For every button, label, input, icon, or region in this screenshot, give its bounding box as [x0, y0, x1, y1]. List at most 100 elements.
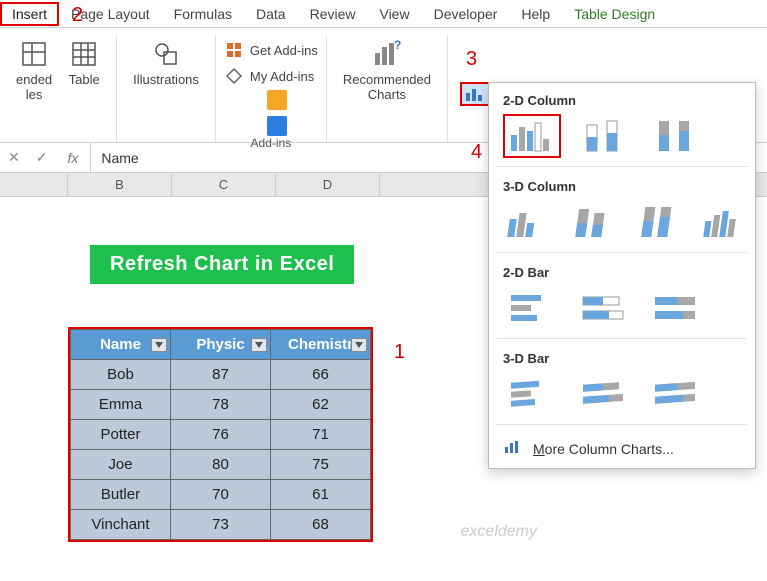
cell-chemistry[interactable]: 68 [271, 510, 371, 540]
cell-physics[interactable]: 70 [171, 480, 271, 510]
fb-cancel[interactable]: ✕ [0, 149, 28, 166]
tab-help[interactable]: Help [509, 2, 562, 26]
group-illustrations: Illustrations [117, 36, 216, 142]
table-row[interactable]: Butler7061 [71, 480, 371, 510]
fx-icon[interactable]: fx [55, 150, 90, 166]
section-2d-column: 2-D Column [503, 93, 741, 108]
people-addin[interactable] [267, 116, 287, 136]
tab-insert[interactable]: Insert [0, 2, 59, 26]
cell-name[interactable]: Vinchant [71, 510, 171, 540]
group-recommended-charts: ? Recommended Charts [327, 36, 448, 142]
recommended-pivot-button[interactable]: ended les [8, 36, 60, 104]
recommended-charts-button[interactable]: ? Recommended Charts [335, 36, 439, 104]
rec-charts-l2: Charts [368, 87, 406, 102]
annotation-2: 2 [72, 4, 83, 27]
stacked-column-3d[interactable] [569, 200, 621, 244]
th-physics[interactable]: Physic [171, 330, 271, 360]
cell-physics[interactable]: 76 [171, 420, 271, 450]
pivot-label1: ended [16, 72, 52, 87]
column-chart-dropdown[interactable] [460, 82, 490, 106]
cell-physics[interactable]: 78 [171, 390, 271, 420]
cell-chemistry[interactable]: 62 [271, 390, 371, 420]
table-icon [68, 38, 100, 70]
illustrations-button[interactable]: Illustrations [125, 36, 207, 89]
rec-charts-l1: Recommended [343, 72, 431, 87]
cell-chemistry[interactable]: 71 [271, 420, 371, 450]
stacked100-column-3d[interactable] [635, 200, 687, 244]
cell-chemistry[interactable]: 66 [271, 360, 371, 390]
cell-name[interactable]: Emma [71, 390, 171, 420]
cell-physics[interactable]: 87 [171, 360, 271, 390]
col-c[interactable]: C [172, 173, 276, 196]
data-table-selection[interactable]: Name Physic Chemistr Bob8766 Emma7862 Po… [68, 327, 373, 542]
tab-developer[interactable]: Developer [422, 2, 510, 26]
clustered-column-3d[interactable] [503, 200, 555, 244]
annotation-3: 3 [466, 48, 477, 71]
annotation-4: 4 [471, 141, 482, 164]
cell-name[interactable]: Potter [71, 420, 171, 450]
people-icon [267, 116, 287, 136]
tab-view[interactable]: View [367, 2, 421, 26]
bing-icon [267, 90, 287, 110]
tab-review[interactable]: Review [298, 2, 368, 26]
clustered-column-2d[interactable] [503, 114, 561, 158]
stacked-column-2d[interactable] [575, 114, 633, 158]
cell-chemistry[interactable]: 75 [271, 450, 371, 480]
bing-addin[interactable] [267, 90, 287, 110]
table-label: Table [69, 72, 100, 87]
pivot-icon [18, 38, 50, 70]
more-column-charts[interactable]: More Column Charts... [489, 431, 755, 460]
col-d[interactable]: D [276, 173, 380, 196]
annotation-1: 1 [394, 341, 405, 364]
tab-data[interactable]: Data [244, 2, 298, 26]
stacked100-column-2d[interactable] [647, 114, 705, 158]
pivot-label2: les [26, 87, 43, 102]
recommended-charts-icon: ? [371, 38, 403, 70]
th-name[interactable]: Name [71, 330, 171, 360]
table-row[interactable]: Emma7862 [71, 390, 371, 420]
get-addins-label: Get Add-ins [250, 43, 318, 58]
cell-physics[interactable]: 73 [171, 510, 271, 540]
more-charts-label: More Column Charts... [533, 441, 674, 457]
stacked-bar-3d[interactable] [575, 372, 633, 416]
table-row[interactable]: Bob8766 [71, 360, 371, 390]
table-row[interactable]: Vinchant7368 [71, 510, 371, 540]
clustered-bar-2d[interactable] [503, 286, 561, 330]
cell-name[interactable]: Butler [71, 480, 171, 510]
group-addins: Get Add-ins My Add-ins Add-ins [216, 36, 327, 142]
table-body: Bob8766 Emma7862 Potter7671 Joe8075 Butl… [71, 360, 371, 540]
get-addins-button[interactable]: Get Add-ins [224, 40, 318, 60]
clustered-bar-3d[interactable] [503, 372, 561, 416]
column-3d[interactable] [701, 200, 753, 244]
fb-confirm[interactable]: ✓ [28, 149, 56, 166]
store-icon [224, 40, 244, 60]
col-a[interactable] [0, 173, 68, 196]
table-button[interactable]: Table [60, 36, 108, 89]
section-2d-bar: 2-D Bar [503, 265, 741, 280]
table-row[interactable]: Joe8075 [71, 450, 371, 480]
th-chemistry[interactable]: Chemistr [271, 330, 371, 360]
stacked100-bar-3d[interactable] [647, 372, 705, 416]
section-3d-column: 3-D Column [503, 179, 741, 194]
tab-table-design[interactable]: Table Design [562, 2, 667, 26]
stacked-bar-2d[interactable] [575, 286, 633, 330]
svg-text:?: ? [394, 39, 401, 52]
cell-physics[interactable]: 80 [171, 450, 271, 480]
my-addins-icon [224, 66, 244, 86]
my-addins-button[interactable]: My Add-ins [224, 66, 318, 86]
table-row[interactable]: Potter7671 [71, 420, 371, 450]
column-chart-panel: 2-D Column 3-D Column 2-D Bar [488, 82, 756, 469]
filter-icon[interactable] [251, 338, 267, 352]
stacked100-bar-2d[interactable] [647, 286, 705, 330]
my-addins-label: My Add-ins [250, 69, 314, 84]
illustrations-icon [150, 38, 182, 70]
filter-icon[interactable] [151, 338, 167, 352]
cell-chemistry[interactable]: 61 [271, 480, 371, 510]
data-table: Name Physic Chemistr Bob8766 Emma7862 Po… [70, 329, 371, 540]
cell-name[interactable]: Bob [71, 360, 171, 390]
col-b[interactable]: B [68, 173, 172, 196]
filter-icon[interactable] [351, 338, 367, 352]
tab-formulas[interactable]: Formulas [162, 2, 244, 26]
cell-name[interactable]: Joe [71, 450, 171, 480]
ribbon-tabs: Insert Page Layout Formulas Data Review … [0, 0, 767, 28]
